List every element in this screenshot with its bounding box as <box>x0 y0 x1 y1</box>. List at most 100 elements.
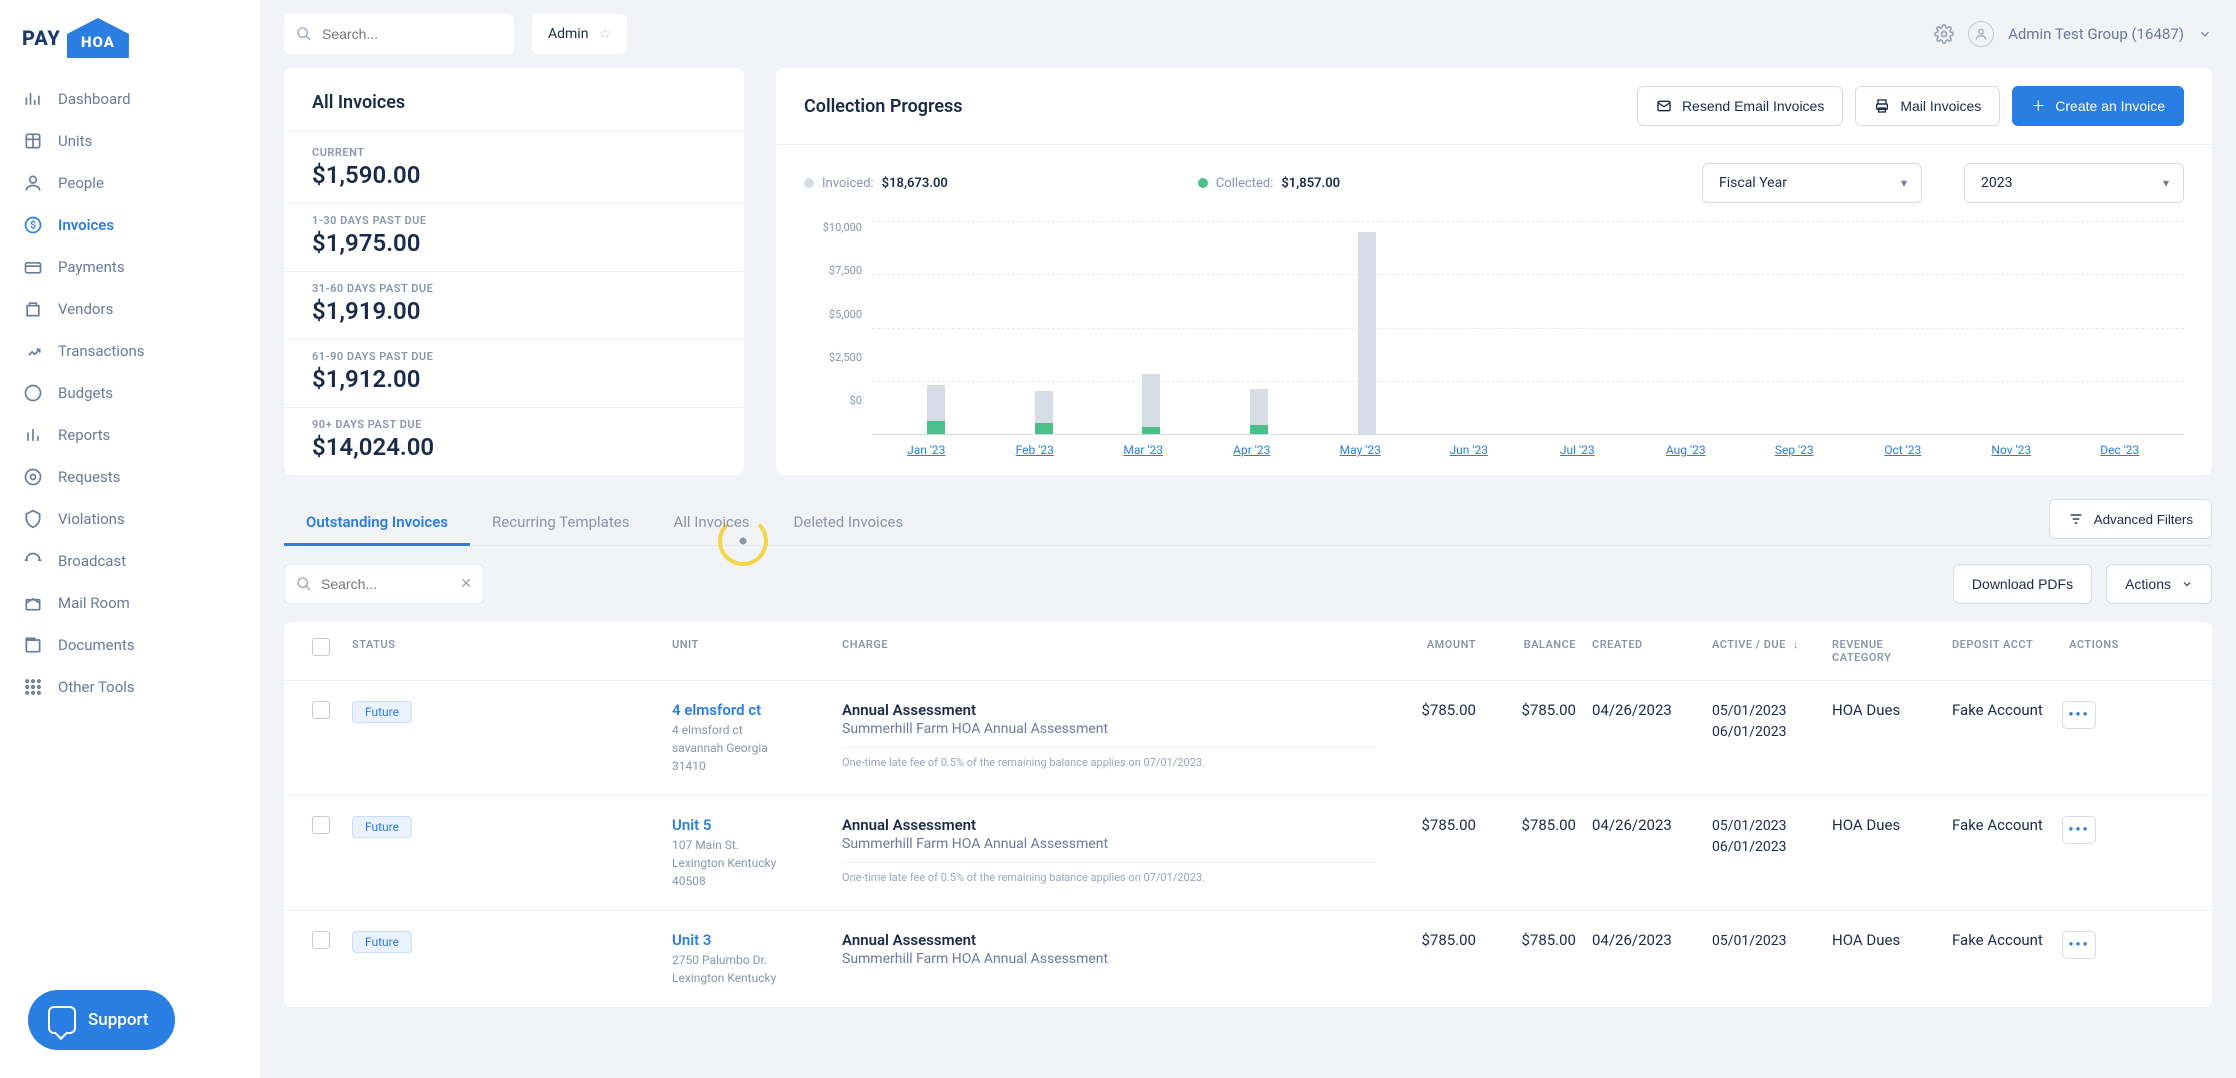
sidebar-item-documents[interactable]: Documents <box>0 624 260 666</box>
sidebar-item-broadcast[interactable]: Broadcast <box>0 540 260 582</box>
mail-invoices-button[interactable]: Mail Invoices <box>1855 86 2000 126</box>
sidebar-item-budgets[interactable]: Budgets <box>0 372 260 414</box>
bar-group <box>1313 221 1421 434</box>
invoice-summary-row[interactable]: 90+ DAYS PAST DUE$14,024.00 <box>284 407 744 475</box>
invoice-summary-row[interactable]: 31-60 DAYS PAST DUE$1,919.00 <box>284 271 744 339</box>
tab-all-invoices[interactable]: All Invoices <box>651 499 771 545</box>
gear-icon[interactable] <box>1934 24 1954 44</box>
charge-subtitle: Summerhill Farm HOA Annual Assessment <box>842 951 1376 967</box>
sidebar-item-violations[interactable]: Violations <box>0 498 260 540</box>
x-label[interactable]: Aug '23 <box>1632 443 1741 457</box>
sidebar-item-invoices[interactable]: $Invoices <box>0 204 260 246</box>
x-label[interactable]: Jun '23 <box>1415 443 1524 457</box>
invoice-summary-row[interactable]: CURRENT$1,590.00 <box>284 131 744 203</box>
sidebar-item-mail-room[interactable]: Mail Room <box>0 582 260 624</box>
x-label[interactable]: Dec '23 <box>2066 443 2175 457</box>
row-actions-button[interactable]: ••• <box>2062 931 2096 959</box>
th-unit[interactable]: UNIT <box>664 638 834 664</box>
bar-collected[interactable] <box>1035 423 1053 434</box>
bar-group <box>1205 221 1313 434</box>
invoice-summary-row[interactable]: 1-30 DAYS PAST DUE$1,975.00 <box>284 203 744 271</box>
row-checkbox[interactable] <box>312 931 330 949</box>
charge-title: Annual Assessment <box>842 701 1376 719</box>
unit-address: 2750 Palumbo Dr.Lexington Kentucky <box>672 951 826 987</box>
advanced-filters-button[interactable]: Advanced Filters <box>2049 499 2212 539</box>
x-label[interactable]: Jan '23 <box>872 443 981 457</box>
search-input[interactable] <box>284 14 514 54</box>
nav-icon <box>22 592 44 614</box>
table-search-input[interactable] <box>284 564 484 604</box>
th-amount[interactable]: AMOUNT <box>1384 638 1484 664</box>
row-actions-button[interactable]: ••• <box>2062 701 2096 729</box>
download-pdfs-button[interactable]: Download PDFs <box>1953 564 2092 604</box>
x-label[interactable]: Jul '23 <box>1523 443 1632 457</box>
unit-link[interactable]: Unit 3 <box>672 931 826 949</box>
user-avatar-icon[interactable] <box>1968 21 1994 47</box>
th-status[interactable]: STATUS <box>344 638 664 664</box>
bar-collected[interactable] <box>1142 427 1160 434</box>
legend-collected: Collected: $1,857.00 <box>1198 176 1340 191</box>
chevron-down-icon[interactable] <box>2198 27 2212 41</box>
row-checkbox[interactable] <box>312 816 330 834</box>
bar-collected[interactable] <box>1250 425 1268 434</box>
sidebar-item-other-tools[interactable]: Other Tools <box>0 666 260 708</box>
active-due-cell: 05/01/2023 <box>1704 931 1824 952</box>
nav-icon <box>22 676 44 698</box>
nav-icon <box>22 88 44 110</box>
bar-invoiced[interactable] <box>1142 374 1160 434</box>
sidebar-item-payments[interactable]: Payments <box>0 246 260 288</box>
tab-deleted-invoices[interactable]: Deleted Invoices <box>772 499 926 545</box>
x-label[interactable]: Nov '23 <box>1957 443 2066 457</box>
brand-logo[interactable]: PAY HOA <box>0 18 260 78</box>
bar-collected[interactable] <box>927 421 945 434</box>
resend-email-button[interactable]: Resend Email Invoices <box>1637 86 1843 126</box>
sidebar-item-units[interactable]: Units <box>0 120 260 162</box>
tab-recurring-templates[interactable]: Recurring Templates <box>470 499 651 545</box>
select-all-checkbox[interactable] <box>312 638 330 656</box>
th-created[interactable]: CREATED <box>1584 638 1704 664</box>
th-revenue[interactable]: REVENUE CATEGORY <box>1824 638 1944 664</box>
actions-dropdown[interactable]: Actions <box>2106 564 2212 604</box>
balance-cell: $785.00 <box>1484 931 1584 949</box>
th-active-due[interactable]: ACTIVE / DUE ↓ <box>1704 638 1824 664</box>
tabs: Outstanding InvoicesRecurring TemplatesA… <box>284 499 2212 546</box>
year-select[interactable]: 2023 <box>1964 163 2184 203</box>
sidebar-item-vendors[interactable]: Vendors <box>0 288 260 330</box>
deposit-cell: Fake Account <box>1944 931 2054 949</box>
create-invoice-button[interactable]: ＋ Create an Invoice <box>2012 86 2184 126</box>
active-due-cell: 05/01/202306/01/2023 <box>1704 816 1824 858</box>
x-label[interactable]: Mar '23 <box>1089 443 1198 457</box>
y-tick: $0 <box>804 394 872 407</box>
row-actions-button[interactable]: ••• <box>2062 816 2096 844</box>
th-charge[interactable]: CHARGE <box>834 638 1384 664</box>
support-button[interactable]: Support <box>28 990 175 1050</box>
invoice-summary-row[interactable]: 61-90 DAYS PAST DUE$1,912.00 <box>284 339 744 407</box>
sidebar-item-people[interactable]: People <box>0 162 260 204</box>
x-label[interactable]: Oct '23 <box>1849 443 1958 457</box>
amount-cell: $785.00 <box>1384 816 1484 834</box>
global-search <box>284 14 514 54</box>
unit-link[interactable]: 4 elmsford ct <box>672 701 826 719</box>
envelope-icon <box>1656 98 1672 114</box>
tab-outstanding-invoices[interactable]: Outstanding Invoices <box>284 499 470 545</box>
bar-group <box>1851 221 1959 434</box>
clear-icon[interactable]: ✕ <box>460 576 472 592</box>
sidebar-item-requests[interactable]: Requests <box>0 456 260 498</box>
x-label[interactable]: May '23 <box>1306 443 1415 457</box>
fiscal-year-select[interactable]: Fiscal Year <box>1702 163 1922 203</box>
th-balance[interactable]: BALANCE <box>1484 638 1584 664</box>
x-label[interactable]: Sep '23 <box>1740 443 1849 457</box>
svg-text:$: $ <box>30 218 36 231</box>
x-label[interactable]: Apr '23 <box>1198 443 1307 457</box>
chat-icon <box>48 1006 76 1034</box>
sidebar-item-transactions[interactable]: Transactions <box>0 330 260 372</box>
sidebar-item-reports[interactable]: Reports <box>0 414 260 456</box>
row-checkbox[interactable] <box>312 701 330 719</box>
x-label[interactable]: Feb '23 <box>981 443 1090 457</box>
unit-link[interactable]: Unit 5 <box>672 816 826 834</box>
printer-icon <box>1874 98 1890 114</box>
admin-chip[interactable]: Admin ☆ <box>532 14 627 54</box>
bar-invoiced[interactable] <box>1358 232 1376 434</box>
th-deposit[interactable]: DEPOSIT ACCT <box>1944 638 2054 664</box>
sidebar-item-dashboard[interactable]: Dashboard <box>0 78 260 120</box>
